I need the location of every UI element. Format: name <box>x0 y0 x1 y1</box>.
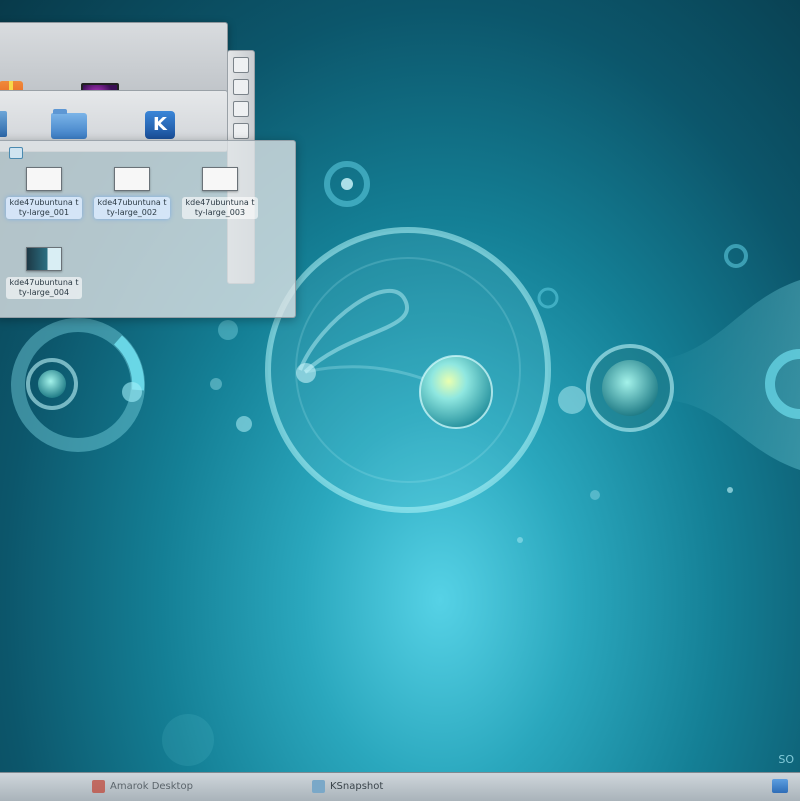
file-thumbnail <box>26 167 62 191</box>
rotate-icon[interactable] <box>233 79 249 95</box>
close-icon[interactable] <box>233 123 249 139</box>
network-icon[interactable] <box>772 779 788 793</box>
task-button[interactable]: Amarok Desktop <box>92 779 300 795</box>
app-icon <box>92 780 105 793</box>
folder-view-front[interactable]: kde47ubuntuna tty-large_001 kde47ubuntun… <box>0 140 296 318</box>
taskbar: Amarok Desktop KSnapshot <box>0 772 800 801</box>
file-name: kde47ubuntuna tty-large_001 <box>6 197 82 219</box>
file-name: kde47ubuntuna tty-large_003 <box>182 197 258 219</box>
kde-icon[interactable]: K <box>145 111 175 139</box>
document-icon[interactable] <box>0 111 7 137</box>
task-label: KSnapshot <box>330 781 384 792</box>
camera-icon <box>312 780 325 793</box>
file-item[interactable]: kde47ubuntuna tty-large_001 <box>3 167 85 219</box>
file-item[interactable]: kde47ubuntuna tty-large_003 <box>179 167 261 219</box>
file-name: kde47ubuntuna tty-large_004 <box>6 277 82 299</box>
folder-icon[interactable] <box>51 109 87 139</box>
bright-orb <box>419 355 493 429</box>
file-thumbnail <box>114 167 150 191</box>
file-thumbnail <box>202 167 238 191</box>
resize-icon[interactable] <box>233 57 249 73</box>
file-thumbnail <box>26 247 62 271</box>
file-name: kde47ubuntuna tty-large_002 <box>94 197 170 219</box>
file-item[interactable]: kde47ubuntuna tty-large_004 <box>3 247 85 299</box>
wallpaper-watermark: SO <box>778 753 794 766</box>
file-item[interactable]: kde47ubuntuna tty-large_002 <box>91 167 173 219</box>
settings-icon[interactable] <box>233 101 249 117</box>
folder-view-icon <box>9 147 23 159</box>
task-button[interactable]: KSnapshot <box>312 779 540 795</box>
task-label: Amarok Desktop <box>110 781 193 792</box>
